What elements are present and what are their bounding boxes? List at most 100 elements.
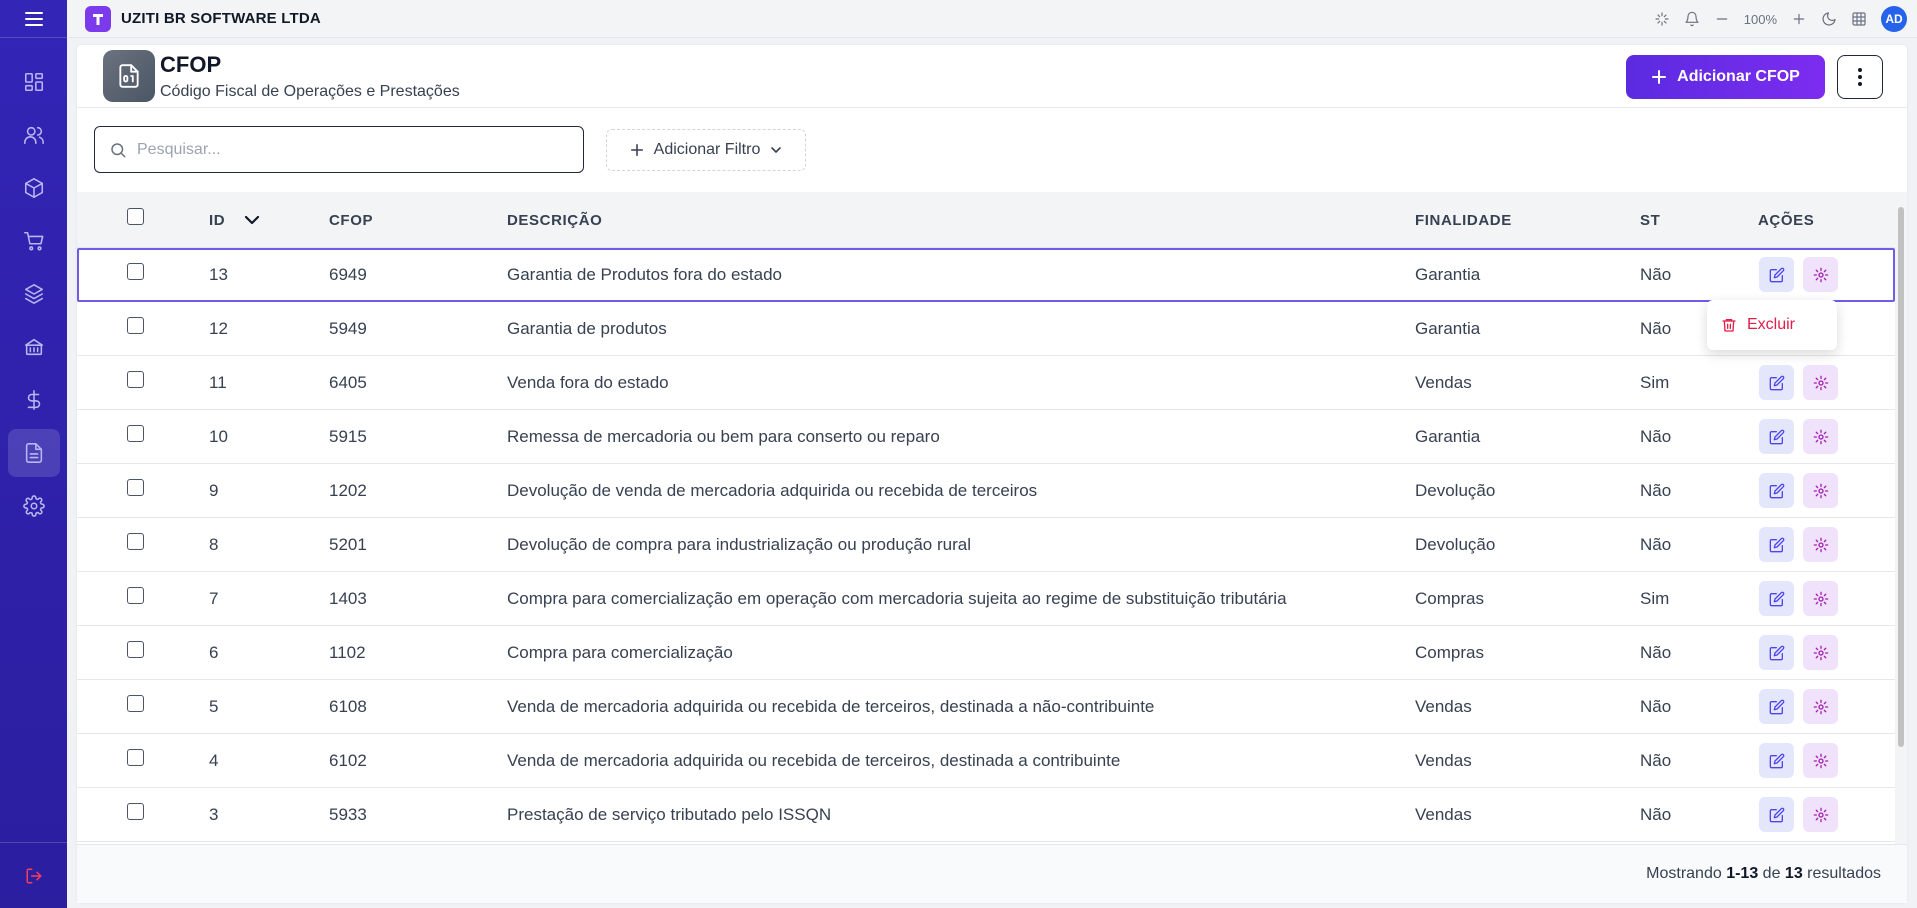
cell-cfop: 5933 [329, 805, 367, 824]
table-row[interactable]: 9 1202 Devolução de venda de mercadoria ad… [77, 464, 1895, 518]
sidebar-item-cart[interactable] [8, 217, 60, 265]
cell-finalidade: Garantia [1415, 265, 1481, 284]
row-actions-menu[interactable]: Excluir [1707, 300, 1837, 350]
row-settings-button[interactable] [1803, 473, 1838, 508]
sidebar-item-settings[interactable] [8, 482, 60, 530]
add-cfop-button[interactable]: Adicionar CFOP [1626, 55, 1825, 99]
sidebar-item-users[interactable] [8, 111, 60, 159]
table-row[interactable]: 3 5933 Prestação de serviço tributado pelo… [77, 788, 1895, 842]
cell-finalidade: Devolução [1415, 481, 1496, 500]
cart-icon [23, 231, 43, 251]
edit-button[interactable] [1759, 581, 1794, 616]
edit-button[interactable] [1759, 365, 1794, 400]
row-settings-button[interactable] [1803, 581, 1838, 616]
cell-descricao: Venda fora do estado [507, 373, 669, 392]
row-checkbox[interactable] [127, 749, 144, 766]
row-checkbox[interactable] [127, 803, 144, 820]
table-row[interactable]: 8 5201 Devolução de compra para industrial… [77, 518, 1895, 572]
more-options-button[interactable] [1837, 55, 1883, 99]
row-checkbox[interactable] [127, 479, 144, 496]
table-row[interactable]: 10 5915 Remessa de mercadoria ou bem para … [77, 410, 1895, 464]
logout-icon [26, 868, 41, 883]
zoom-in-icon[interactable] [1791, 11, 1807, 27]
cell-st: Não [1640, 481, 1672, 500]
table-row[interactable]: 11 6405 Venda fora do estado Vendas Sim [77, 356, 1895, 410]
plus-icon [1652, 70, 1667, 84]
column-header-descricao[interactable]: DESCRIÇÃO [507, 212, 602, 229]
edit-button[interactable] [1759, 797, 1794, 832]
row-settings-button[interactable] [1803, 689, 1838, 724]
row-settings-button[interactable] [1803, 419, 1838, 454]
grid-icon[interactable] [1851, 11, 1867, 27]
row-checkbox[interactable] [127, 641, 144, 658]
table-scrollbar[interactable] [1895, 192, 1907, 844]
table-row[interactable]: 12 5949 Garantia de produtos Garantia Não [77, 302, 1895, 356]
row-settings-button[interactable] [1803, 365, 1838, 400]
row-settings-button[interactable] [1803, 257, 1838, 292]
column-header-finalidade[interactable]: FINALIDADE [1415, 212, 1512, 229]
sidebar-item-products[interactable] [8, 164, 60, 212]
zoom-level: 100% [1743, 11, 1777, 27]
delete-option[interactable]: Excluir [1747, 316, 1795, 334]
row-checkbox[interactable] [127, 371, 144, 388]
row-settings-button[interactable] [1803, 797, 1838, 832]
edit-button[interactable] [1759, 743, 1794, 778]
gear-icon [1813, 375, 1829, 391]
sort-desc-icon [244, 215, 260, 225]
topbar-actions: 100% AD [1654, 0, 1907, 38]
edit-icon [1769, 429, 1785, 445]
row-checkbox[interactable] [127, 425, 144, 442]
row-checkbox[interactable] [127, 695, 144, 712]
summary-range: 1-13 [1726, 865, 1759, 882]
cell-id: 13 [209, 265, 228, 284]
row-checkbox[interactable] [127, 587, 144, 604]
summary-of: de [1762, 865, 1781, 882]
cell-finalidade: Garantia [1415, 319, 1481, 338]
moon-icon[interactable] [1821, 11, 1837, 27]
edit-button[interactable] [1759, 257, 1794, 292]
table-row[interactable]: 5 6108 Venda de mercadoria adquirida ou re… [77, 680, 1895, 734]
gear-icon [22, 495, 45, 517]
logout-button[interactable] [0, 842, 67, 908]
search-input[interactable] [137, 140, 557, 159]
bell-icon[interactable] [1684, 11, 1700, 27]
row-checkbox[interactable] [127, 533, 144, 550]
cell-finalidade: Compras [1415, 589, 1484, 608]
gear-icon [1813, 699, 1829, 715]
add-filter-button[interactable]: Adicionar Filtro [606, 129, 806, 171]
menu-toggle-button[interactable] [0, 0, 67, 38]
sidebar-item-finance[interactable] [8, 376, 60, 424]
add-filter-label: Adicionar Filtro [653, 141, 761, 158]
edit-button[interactable] [1759, 689, 1794, 724]
sidebar-item-fiscal[interactable] [7, 429, 60, 477]
avatar[interactable]: AD [1881, 6, 1907, 32]
layers-icon [24, 284, 43, 304]
row-checkbox[interactable] [127, 263, 144, 280]
zoom-out-icon[interactable] [1714, 11, 1730, 27]
table-row[interactable]: 6 1102 Compra para comercialização Compras N… [77, 626, 1895, 680]
sidebar-item-dashboard[interactable] [8, 58, 60, 106]
cell-id: 10 [209, 427, 228, 446]
edit-button[interactable] [1759, 527, 1794, 562]
edit-button[interactable] [1759, 419, 1794, 454]
column-header-cfop[interactable]: CFOP [329, 212, 373, 229]
cell-cfop: 6949 [329, 265, 367, 284]
row-settings-button[interactable] [1803, 743, 1838, 778]
column-header-id[interactable]: ID [209, 212, 260, 229]
row-settings-button[interactable] [1803, 527, 1838, 562]
table-row[interactable]: 4 6102 Venda de mercadoria adquirida ou re… [77, 734, 1895, 788]
row-settings-button[interactable] [1803, 635, 1838, 670]
row-checkbox[interactable] [127, 317, 144, 334]
edit-button[interactable] [1759, 635, 1794, 670]
column-header-st[interactable]: ST [1640, 212, 1660, 229]
table-row[interactable]: 7 1403 Compra para comercialização em oper… [77, 572, 1895, 626]
sidebar-item-bank[interactable] [8, 323, 60, 371]
table-row[interactable]: 13 6949 Garantia de Produtos fora do estad… [77, 248, 1895, 302]
cell-finalidade: Vendas [1415, 751, 1472, 770]
edit-button[interactable] [1759, 473, 1794, 508]
select-all-checkbox[interactable] [127, 208, 144, 225]
sidebar-item-stock[interactable] [8, 270, 60, 318]
sparkle-icon[interactable] [1654, 11, 1670, 27]
scrollbar-thumb[interactable] [1898, 207, 1904, 747]
cell-st: Não [1640, 751, 1672, 770]
